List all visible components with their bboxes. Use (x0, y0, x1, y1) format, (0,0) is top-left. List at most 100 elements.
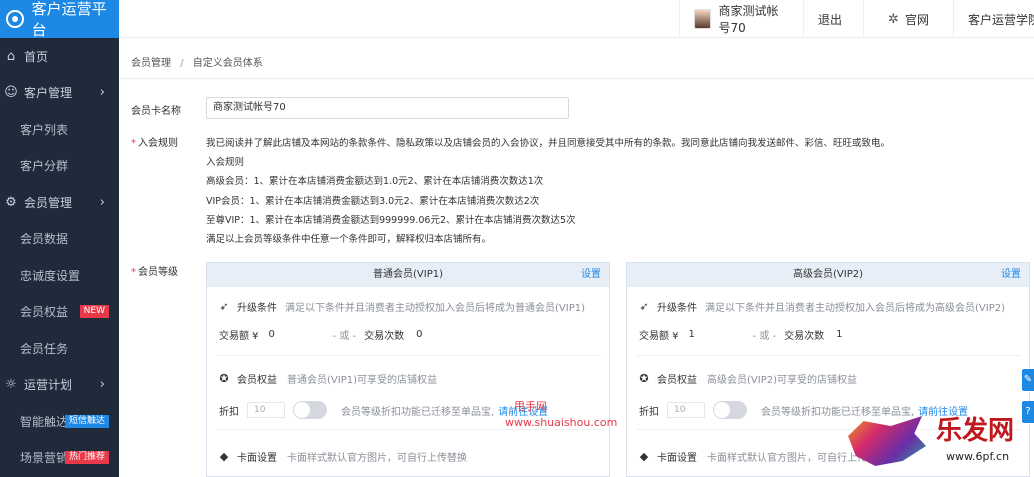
users-icon: ☺ (4, 85, 18, 101)
sidebar-item-label: 会员权益 (20, 305, 69, 320)
official-site-label: 官网 (904, 12, 929, 27)
sidebar-item-smart-reach[interactable]: 智能触达 短信触达 (0, 403, 119, 440)
logout-link[interactable]: 退出 (803, 0, 863, 38)
chevron-right-icon: › (99, 194, 105, 210)
card-name-input[interactable]: 商家测试帐号70 (206, 97, 569, 119)
rights-label: 会员权益 (237, 375, 277, 386)
count-label: 交易次数 (784, 331, 825, 342)
discount-row: 折扣 10 会员等级折扣功能已迁移至单品宝, 请前往设置 (219, 401, 548, 419)
brand-header[interactable]: 客户运营平台 (0, 0, 119, 39)
member-level-label-text: 会员等级 (138, 267, 178, 278)
rocket-icon: ➶ (219, 300, 229, 313)
new-badge: NEW (79, 305, 109, 319)
level-settings-link[interactable]: 设置 (581, 263, 601, 287)
sidebar: 客户运营平台 ⌂ 首页 ☺ 客户管理 › 客户列表 客户分群 ⚙ 会员管理 › … (0, 0, 119, 477)
sidebar-item-label: 忠诚度设置 (20, 268, 81, 283)
sidebar-item-customer-management[interactable]: ☺ 客户管理 › (0, 75, 119, 112)
amount-label: 交易额 ¥ (219, 331, 259, 342)
sidebar-item-label: 会员管理 (24, 195, 73, 210)
discount-input[interactable]: 10 (667, 402, 705, 418)
header-divider (119, 78, 1034, 79)
sms-badge: 短信触达 (64, 414, 109, 428)
official-site-link[interactable]: ✲ 官网 (863, 0, 953, 38)
upgrade-desc: 满足以下条件并且消费者主动授权加入会员后将成为高级会员(VIP2) (705, 303, 1005, 314)
rights-desc: 普通会员(VIP1)可享受的店铺权益 (287, 375, 437, 386)
sidebar-item-label: 客户分群 (20, 159, 69, 174)
card-face-label: 卡面设置 (237, 453, 277, 464)
level-settings-link[interactable]: 设置 (1001, 263, 1021, 287)
college-label: 客户运营学院 (968, 12, 1034, 27)
member-level-label: * 会员等级 (131, 263, 178, 278)
rocket-icon: ➶ (639, 300, 649, 313)
discount-toggle[interactable] (293, 401, 327, 419)
chevron-right-icon: › (99, 377, 105, 393)
sidebar-item-scene-marketing[interactable]: 场景营销 热门推荐 (0, 440, 119, 477)
edit-float-button[interactable]: ✎ (1022, 369, 1034, 391)
join-rules-line: 我已阅读并了解此店铺及本网站的条款条件、隐私政策以及店铺会员的入会协议，并且同意… (206, 138, 891, 149)
upgrade-label: 升级条件 (657, 303, 697, 314)
level-title: 高级会员(VIP2) (793, 269, 863, 280)
breadcrumb: 会员管理 / 自定义会员体系 (131, 54, 263, 69)
amount-value[interactable]: 0 (269, 329, 321, 340)
sidebar-item-member-data[interactable]: 会员数据 (0, 221, 119, 258)
card-face-label: 卡面设置 (657, 453, 697, 464)
level-panel-vip1: 普通会员(VIP1) 设置 ➶ 升级条件 满足以下条件并且消费者主动授权加入会员… (206, 262, 610, 477)
medal-icon: ✪ (219, 372, 229, 385)
trade-condition-row: 交易额 ¥ 1 - 或 - 交易次数 1 (639, 327, 843, 342)
sidebar-item-label: 运营计划 (24, 378, 73, 393)
divider (217, 355, 601, 356)
level-title: 普通会员(VIP1) (373, 269, 443, 280)
sidebar-item-label: 会员任务 (20, 341, 69, 356)
gear-icon: ⚙ (5, 194, 17, 210)
rights-label: 会员权益 (657, 375, 697, 386)
breadcrumb-current: 自定义会员体系 (192, 58, 263, 69)
sidebar-item-home[interactable]: ⌂ 首页 (0, 38, 119, 75)
account-menu[interactable]: 商家测试帐号70 (679, 0, 803, 38)
college-link[interactable]: 客户运营学院 (953, 0, 1034, 38)
sidebar-item-loyalty-settings[interactable]: 忠诚度设置 (0, 257, 119, 294)
trade-condition-row: 交易额 ¥ 0 - 或 - 交易次数 0 (219, 327, 423, 342)
watermark-logo-url: www.6pf.cn (946, 450, 1010, 463)
platform-logo-icon (6, 10, 24, 28)
medal-icon: ✪ (639, 372, 649, 385)
level-panel-header: 普通会员(VIP1) 设置 (207, 263, 609, 287)
count-value[interactable]: 1 (836, 329, 842, 340)
bull-logo-icon (848, 416, 926, 466)
join-rules-line: 入会规则 (206, 157, 245, 168)
sidebar-item-label: 首页 (24, 49, 49, 64)
join-rules-line: 至尊VIP：1、累计在本店铺消费金额达到999999.06元2、累计在本店铺消费… (206, 215, 576, 226)
amount-value[interactable]: 1 (689, 329, 741, 340)
amount-label: 交易额 ¥ (639, 331, 679, 342)
watermark-logo-text: 乐发网 (936, 416, 1015, 446)
sidebar-item-member-management[interactable]: ⚙ 会员管理 › (0, 184, 119, 221)
bulb-icon: ☼ (5, 377, 17, 393)
chevron-right-icon: › (99, 85, 105, 101)
discount-input[interactable]: 10 (247, 402, 285, 418)
sidebar-item-label: 会员数据 (20, 232, 69, 247)
home-icon: ⌂ (6, 48, 16, 64)
count-value[interactable]: 0 (416, 329, 422, 340)
rights-row: ✪ 会员权益 普通会员(VIP1)可享受的店铺权益 (217, 371, 437, 386)
discount-toggle[interactable] (713, 401, 747, 419)
join-rules-label: * 入会规则 (131, 134, 178, 149)
sidebar-item-member-rights[interactable]: 会员权益 NEW (0, 294, 119, 331)
sidebar-item-customer-groups[interactable]: 客户分群 (0, 148, 119, 185)
sidebar-item-customer-list[interactable]: 客户列表 (0, 111, 119, 148)
required-mark: * (131, 267, 136, 278)
discount-label: 折扣 (219, 406, 239, 418)
card-face-row: ◆ 卡面设置 卡面样式默认官方图片，可自行上传替换 (217, 449, 467, 464)
breadcrumb-parent[interactable]: 会员管理 (131, 58, 171, 69)
sidebar-item-member-tasks[interactable]: 会员任务 (0, 330, 119, 367)
divider (637, 355, 1021, 356)
sidebar-item-label: 场景营销 (20, 451, 69, 466)
required-mark: * (131, 138, 136, 149)
sidebar-item-operation-plan[interactable]: ☼ 运营计划 › (0, 367, 119, 404)
divider (217, 429, 601, 430)
or-separator: - 或 - (752, 331, 777, 342)
sidebar-item-label: 客户管理 (24, 86, 73, 101)
watermark-text: 甩手网 (514, 400, 547, 413)
upgrade-condition-row: ➶ 升级条件 满足以下条件并且消费者主动授权加入会员后将成为普通会员(VIP1) (217, 299, 585, 314)
breadcrumb-separator: / (180, 58, 184, 69)
discount-label: 折扣 (639, 406, 659, 418)
join-rules-line: 满足以上会员等级条件中任意一个条件即可，解释权归本店铺所有。 (206, 234, 492, 245)
